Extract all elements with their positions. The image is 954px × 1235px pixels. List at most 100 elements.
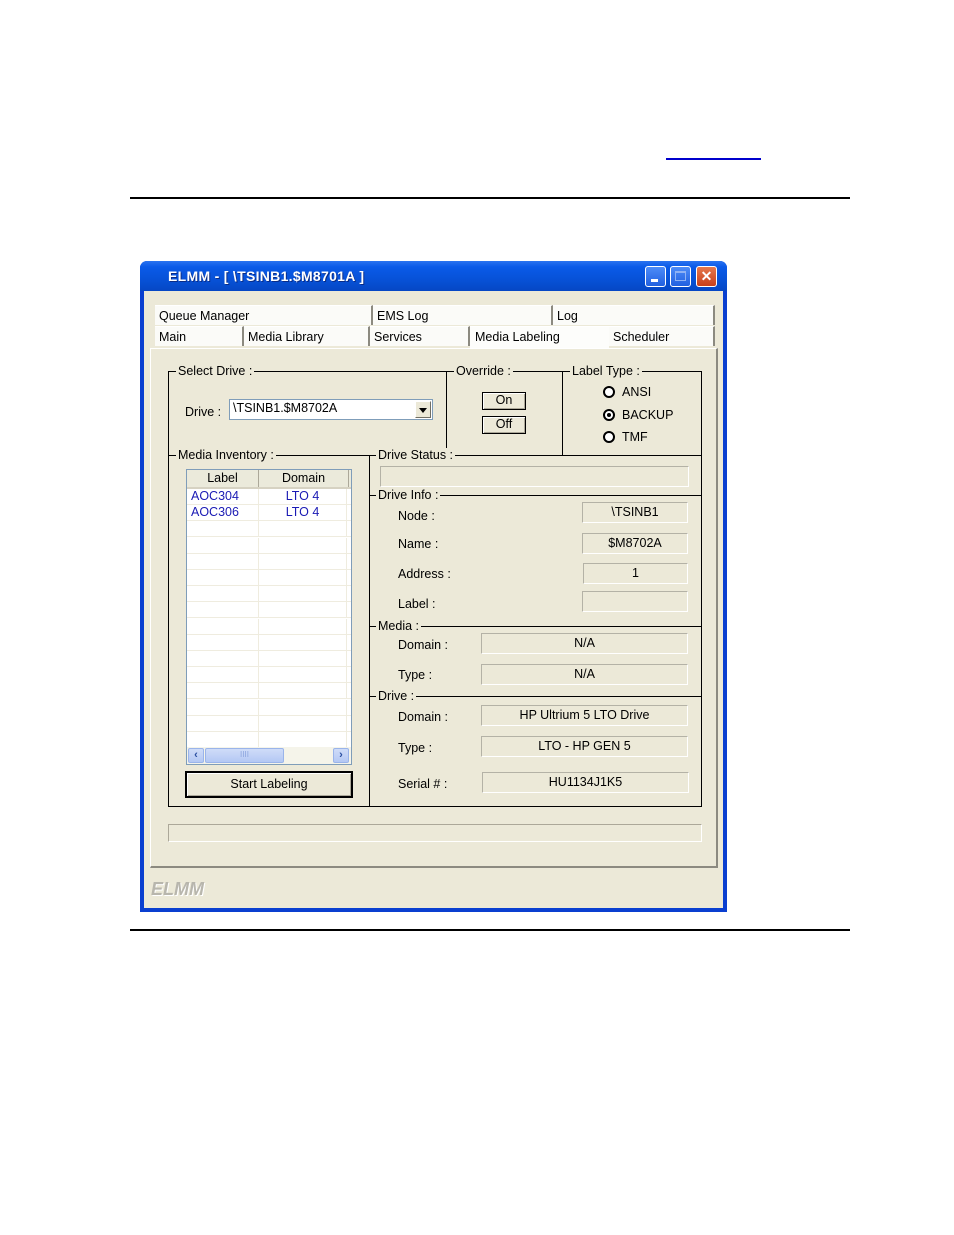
close-button[interactable]: ✕ <box>696 266 717 287</box>
address-label: Address : <box>398 567 451 581</box>
name-label: Name : <box>398 537 439 551</box>
cell-label <box>187 651 259 667</box>
tab-media-library[interactable]: Media Library <box>244 326 370 346</box>
radio-backup[interactable] <box>603 409 615 421</box>
horizontal-scrollbar[interactable]: ‹ IIII › <box>187 747 351 764</box>
cell-label <box>187 618 259 635</box>
list-item[interactable] <box>187 683 351 700</box>
frame-left <box>168 371 169 807</box>
tab-log[interactable]: Log <box>553 305 715 325</box>
tab-queue-manager[interactable]: Queue Manager <box>155 305 373 325</box>
cell-domain <box>259 537 347 554</box>
tab-label: Log <box>557 309 578 323</box>
drive-type-label: Type : <box>398 741 433 755</box>
tab-label: Queue Manager <box>159 309 250 323</box>
cell-domain <box>259 602 347 619</box>
elmm-logo: ELMM <box>151 879 204 899</box>
tab-label: Media Labeling <box>475 330 560 344</box>
list-item[interactable] <box>187 634 351 651</box>
label-label: Label : <box>398 597 436 611</box>
media-inventory-list[interactable]: Label Domain AOC304 LTO 4 AOC306 LTO 4 ‹ II… <box>186 469 352 765</box>
drive-domain-value: HP Ultrium 5 LTO Drive <box>481 705 688 726</box>
tab-ems-log[interactable]: EMS Log <box>373 305 553 325</box>
radio-ansi[interactable] <box>603 386 615 398</box>
cell-label: AOC304 <box>187 489 259 505</box>
radio-tmf-label: TMF <box>622 430 648 444</box>
override-off-button[interactable]: Off <box>482 416 526 434</box>
minimize-icon <box>651 279 658 282</box>
name-value: $M8702A <box>582 533 688 554</box>
list-item[interactable] <box>187 586 351 603</box>
cell-domain: LTO 4 <box>259 489 347 505</box>
list-item[interactable] <box>187 699 351 716</box>
tab-main[interactable]: Main <box>155 326 244 346</box>
cell-domain <box>259 570 347 586</box>
maximize-icon <box>675 271 686 281</box>
node-value: \TSINB1 <box>582 502 688 523</box>
cell-label <box>187 602 259 619</box>
tab-media-labeling[interactable]: Media Labeling <box>470 326 609 348</box>
cell-label <box>187 715 259 732</box>
serial-label: Serial # : <box>398 777 448 791</box>
list-item[interactable] <box>187 521 351 538</box>
list-item[interactable] <box>187 553 351 570</box>
hyperlink-underline[interactable] <box>666 158 761 160</box>
cell-domain: LTO 4 <box>259 505 347 522</box>
cell-label <box>187 553 259 570</box>
list-item[interactable] <box>187 537 351 554</box>
cell-label <box>187 521 259 538</box>
list-item[interactable] <box>187 732 351 748</box>
media-type-value: N/A <box>481 664 688 685</box>
scroll-thumb[interactable]: IIII <box>205 748 284 763</box>
list-item[interactable] <box>187 667 351 684</box>
radio-tmf[interactable] <box>603 431 615 443</box>
cell-domain <box>259 683 347 700</box>
cell-domain <box>259 521 347 538</box>
override-on-button[interactable]: On <box>482 392 526 410</box>
scroll-left-button[interactable]: ‹ <box>188 748 204 763</box>
list-header: Label Domain <box>187 470 351 489</box>
cell-domain <box>259 667 347 684</box>
start-labeling-button[interactable]: Start Labeling <box>185 771 353 798</box>
list-item[interactable]: AOC306 LTO 4 <box>187 505 351 522</box>
list-item[interactable] <box>187 602 351 619</box>
minimize-button[interactable] <box>645 266 666 287</box>
drive-label: Drive : <box>185 405 222 419</box>
title-bar[interactable]: ELMM - [ \TSINB1.$M8701A ] ✕ <box>140 261 727 291</box>
divider <box>369 696 702 697</box>
drive-status-field <box>380 466 689 487</box>
top-divider <box>130 197 850 199</box>
list-item[interactable] <box>187 651 351 667</box>
radio-backup-label: BACKUP <box>622 408 674 422</box>
cell-domain <box>259 715 347 732</box>
list-item[interactable] <box>187 715 351 732</box>
divider <box>369 455 370 807</box>
drive-status-legend: Drive Status : <box>376 448 456 462</box>
column-header-domain[interactable]: Domain <box>259 470 349 487</box>
tab-services[interactable]: Services <box>370 326 470 346</box>
media-domain-label: Domain : <box>398 638 449 652</box>
column-header-label[interactable]: Label <box>187 470 259 487</box>
tab-scheduler[interactable]: Scheduler <box>609 326 715 346</box>
drive-select[interactable]: \TSINB1.$M8702A <box>229 399 433 420</box>
cell-domain <box>259 618 347 635</box>
cell-domain <box>259 699 347 716</box>
cell-label <box>187 570 259 586</box>
list-item[interactable] <box>187 570 351 586</box>
drive-info-legend: Drive Info : <box>376 488 441 502</box>
drive-select-value: \TSINB1.$M8702A <box>233 401 338 415</box>
scroll-right-button[interactable]: › <box>333 748 349 763</box>
serial-value: HU1134J1K5 <box>482 772 689 793</box>
close-icon: ✕ <box>700 268 713 284</box>
drive-select-dropdown-button[interactable] <box>415 401 431 418</box>
cell-domain <box>259 651 347 667</box>
label-type-legend: Label Type : <box>570 364 642 378</box>
media-inventory-legend: Media Inventory : <box>176 448 276 462</box>
list-item[interactable] <box>187 618 351 635</box>
maximize-button[interactable] <box>670 266 691 287</box>
list-item[interactable]: AOC304 LTO 4 <box>187 489 351 505</box>
tab-label: Main <box>159 330 187 344</box>
cell-label <box>187 683 259 700</box>
radio-ansi-label: ANSI <box>622 385 652 399</box>
window-client: Queue Manager EMS Log Log Main Media Lib… <box>144 291 723 908</box>
